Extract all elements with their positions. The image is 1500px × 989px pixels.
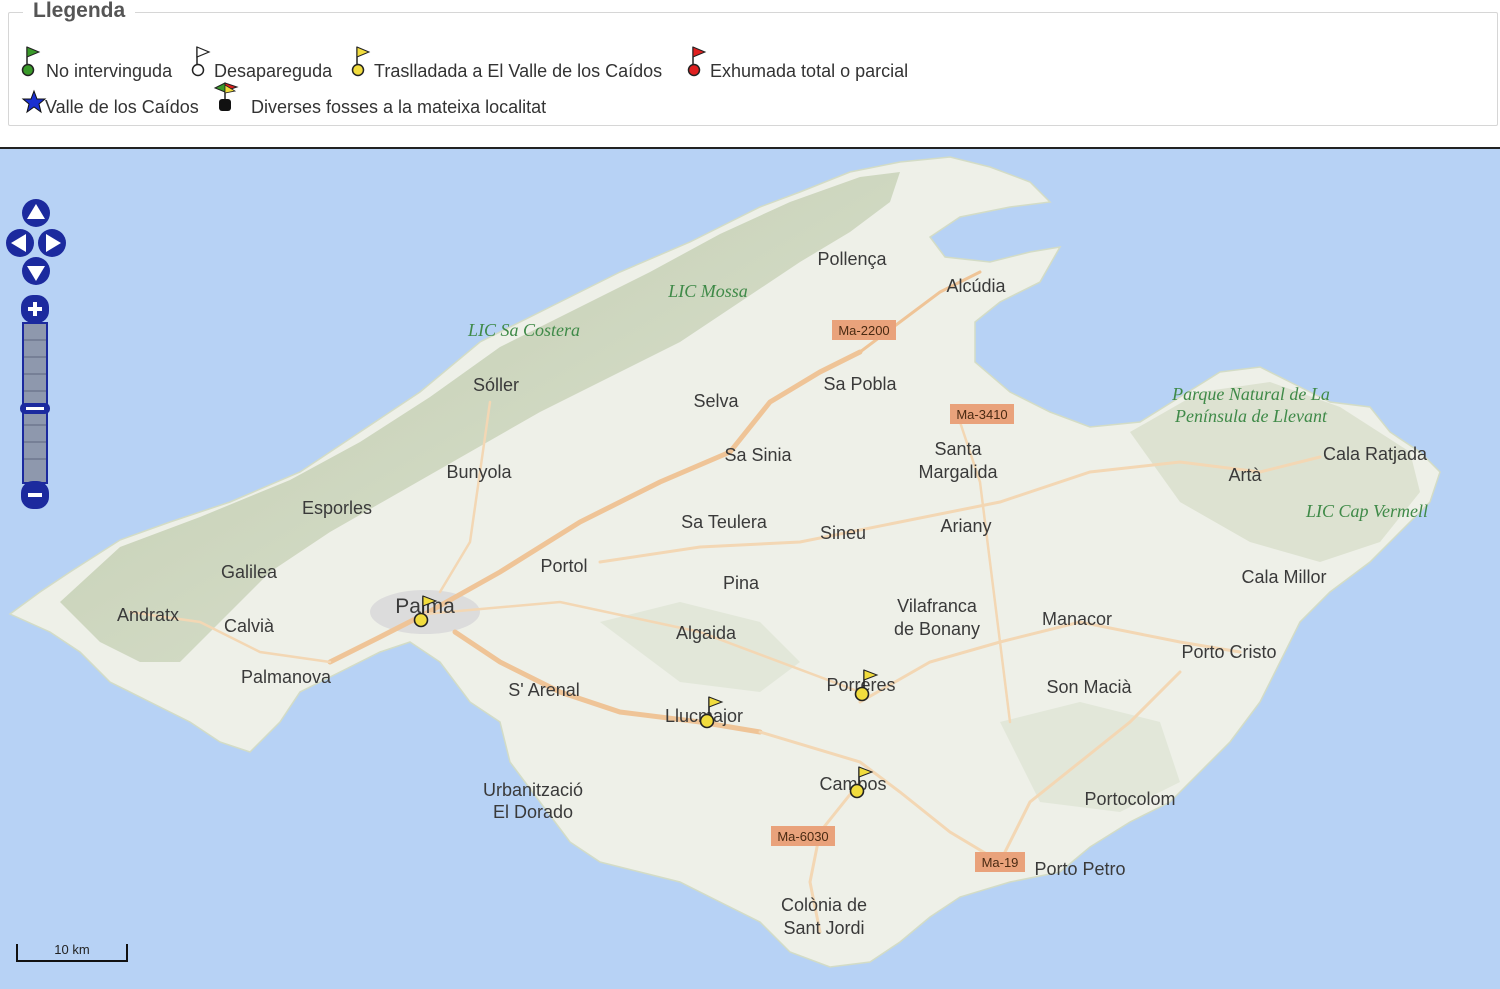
place-sa-pobla: Sa Pobla [823,374,897,394]
place-margalida: Margalida [918,462,998,482]
place-vilafranca: Vilafranca [897,596,978,616]
place-arta: Artà [1228,465,1262,485]
pan-control [6,199,66,285]
place-bunyola: Bunyola [446,462,512,482]
place-palmanova: Palmanova [241,667,332,687]
place-algaida: Algaida [676,623,737,643]
place-sa-teulera: Sa Teulera [681,512,768,532]
place-sant-jordi: Sant Jordi [783,918,864,938]
pan-right-button[interactable] [38,229,66,257]
zoom-control [20,295,50,509]
place-sineu: Sineu [820,523,866,543]
place-santa: Santa [934,439,982,459]
place-galilea: Galilea [221,562,278,582]
zoom-out-button[interactable] [21,481,49,509]
place-el-dorado: El Dorado [493,802,573,822]
place-soller: Sóller [473,375,519,395]
place-porto-petro: Porto Petro [1034,859,1125,879]
place-manacor: Manacor [1042,609,1112,629]
place-cala-ratjada: Cala Ratjada [1323,444,1428,464]
place-selva: Selva [693,391,739,411]
place-de-bonany: de Bonany [894,619,980,639]
map-canvas: Ma-2200 Ma-3410 Ma-6030 Ma-19 LIC Mossa … [8,156,1441,968]
blue-star-icon [21,89,47,114]
place-andratx: Andratx [117,605,179,625]
legend-panel: Llegenda No intervinguda Desapareguda Tr… [8,0,1498,126]
place-calvia: Calvià [224,616,275,636]
white-flag-icon [191,46,211,77]
place-sa-sinia: Sa Sinia [724,445,792,465]
place-cala-millor: Cala Millor [1241,567,1326,587]
road-label-ma3410: Ma-3410 [956,407,1007,422]
multi-flag-icon [213,82,239,111]
place-porto-cristo: Porto Cristo [1181,642,1276,662]
scale-label: 10 km [54,942,90,957]
green-flag-icon [21,46,41,77]
park-costera: LIC Sa Costera [467,320,580,340]
place-pina: Pina [723,573,760,593]
road-label-ma2200: Ma-2200 [838,323,889,338]
place-pollenca: Pollença [817,249,887,269]
pan-down-button[interactable] [22,257,50,285]
road-label-ma19: Ma-19 [982,855,1019,870]
yellow-flag-icon [351,46,371,77]
pan-left-button[interactable] [6,229,34,257]
place-alcudia: Alcúdia [946,276,1006,296]
place-s-arenal: S' Arenal [508,680,579,700]
map-view[interactable]: Ma-2200 Ma-3410 Ma-6030 Ma-19 LIC Mossa … [0,147,1500,989]
zoom-in-button[interactable] [21,295,49,323]
red-flag-icon [687,46,707,77]
place-esporles: Esporles [302,498,372,518]
park-cap-vermell: LIC Cap Vermell [1305,501,1428,521]
place-portocolom: Portocolom [1084,789,1175,809]
place-colonia-de: Colònia de [781,895,867,915]
pan-up-button[interactable] [22,199,50,227]
scale-bar: 10 km [16,942,128,962]
place-son-macia: Son Macià [1046,677,1132,697]
place-urbanitzacio: Urbanització [483,780,583,800]
place-ariany: Ariany [940,516,991,536]
park-mossa: LIC Mossa [667,281,748,301]
park-llevant-2: Península de Llevant [1174,406,1328,426]
road-label-ma6030: Ma-6030 [777,829,828,844]
legend-title: Llegenda [23,0,136,23]
park-llevant-1: Parque Natural de La [1171,384,1330,404]
place-portol: Portol [540,556,587,576]
